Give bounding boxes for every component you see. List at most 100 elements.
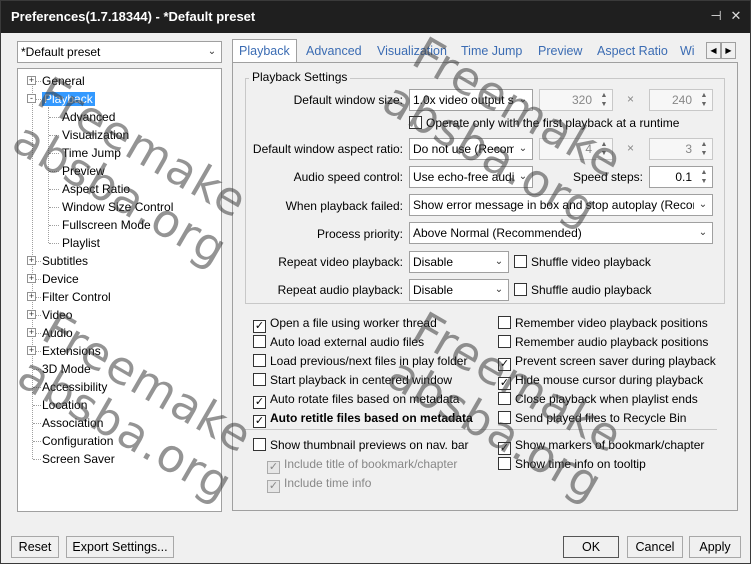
expand-icon[interactable]: +: [27, 256, 36, 265]
option-checkbox[interactable]: ✓ Hide mouse cursor during playback: [498, 373, 703, 390]
apply-button[interactable]: Apply: [689, 536, 741, 558]
option-label: Remember video playback positions: [515, 316, 708, 330]
tree-item-audio[interactable]: Audio: [42, 325, 73, 341]
cancel-button[interactable]: Cancel: [627, 536, 683, 558]
tree-item-aspect-ratio[interactable]: Aspect Ratio: [62, 181, 130, 197]
option-label: Auto load external audio files: [270, 335, 425, 349]
pin-icon[interactable]: ⊣: [707, 7, 725, 25]
option-checkbox[interactable]: ✓ Auto retitle files based on metadata: [253, 411, 473, 428]
option-checkbox[interactable]: Send played files to Recycle Bin: [498, 411, 686, 427]
tree-item-subtitles[interactable]: Subtitles: [42, 253, 88, 269]
reset-button[interactable]: Reset: [11, 536, 59, 558]
option-checkbox[interactable]: Start playback in centered window: [253, 373, 452, 389]
tab-scroll-right-icon[interactable]: ▶: [721, 42, 736, 59]
tree-item-extensions[interactable]: Extensions: [42, 343, 101, 359]
tree-item-filter-control[interactable]: Filter Control: [42, 289, 111, 305]
repeat-video-dropdown[interactable]: Disable ⌄: [409, 251, 509, 273]
tree-item-video[interactable]: Video: [42, 307, 72, 323]
shuffle-video-checkbox[interactable]: Shuffle video playback: [514, 255, 651, 271]
aspect-ratio-dropdown[interactable]: Do not use (Recom ⌄: [409, 138, 533, 160]
window-size-dropdown[interactable]: 1.0x video output s ⌄: [409, 89, 533, 111]
option-checkbox[interactable]: Auto load external audio files: [253, 335, 424, 351]
tab-scroll-left-icon[interactable]: ◀: [706, 42, 721, 59]
expand-icon[interactable]: +: [27, 292, 36, 301]
option-checkbox[interactable]: ✓ Open a file using worker thread: [253, 316, 437, 333]
playback-failed-dropdown[interactable]: Show error message in box and stop autop…: [409, 194, 713, 216]
speed-steps-stepper[interactable]: 0.1 ▲ ▼: [649, 166, 713, 188]
stepper-arrows-icon[interactable]: ▲ ▼: [697, 140, 711, 158]
tree-item-general[interactable]: General: [42, 73, 85, 89]
tree-item-screen-saver[interactable]: Screen Saver: [42, 451, 115, 467]
aspect-h-stepper[interactable]: 3 ▲ ▼: [649, 138, 713, 160]
tab-preview[interactable]: Preview: [538, 41, 582, 62]
checkbox-box: ✓: [498, 358, 511, 371]
tree-item-playlist[interactable]: Playlist: [62, 235, 100, 251]
expand-icon[interactable]: +: [27, 346, 36, 355]
option-checkbox[interactable]: Remember audio playback positions: [498, 335, 708, 351]
preset-dropdown[interactable]: *Default preset ⌄: [17, 41, 222, 63]
show-markers-checkbox[interactable]: ✓ Show markers of bookmark/chapter: [498, 438, 705, 455]
aspect-h-value: 3: [685, 142, 692, 156]
option-label: Close playback when playlist ends: [515, 392, 698, 406]
tree-item-label: Preview: [62, 164, 105, 178]
stepper-arrows-icon[interactable]: ▲ ▼: [697, 91, 711, 109]
tree-item-advanced[interactable]: Advanced: [62, 109, 115, 125]
tab-playback[interactable]: Playback: [232, 39, 297, 63]
audio-speed-dropdown[interactable]: Use echo-free audi ⌄: [409, 166, 533, 188]
tab-advanced[interactable]: Advanced: [306, 41, 362, 62]
option-checkbox[interactable]: Load previous/next files in play folder: [253, 354, 467, 370]
option-checkbox[interactable]: Close playback when playlist ends: [498, 392, 698, 408]
tree-item-label: Advanced: [62, 110, 116, 124]
option-label: Auto retitle files based on metadata: [270, 411, 473, 425]
tree-item-time-jump[interactable]: Time Jump: [62, 145, 121, 161]
show-thumbnail-checkbox[interactable]: Show thumbnail previews on nav. bar: [253, 438, 469, 454]
tree-item-label: Audio: [42, 326, 73, 340]
tree-item-location[interactable]: Location: [42, 397, 87, 413]
priority-dropdown[interactable]: Above Normal (Recommended) ⌄: [409, 222, 713, 244]
show-time-tooltip-checkbox[interactable]: Show time info on tooltip: [498, 457, 646, 473]
aspect-ratio-label: Default window aspect ratio:: [252, 142, 403, 156]
tab-window[interactable]: Wi: [680, 41, 695, 62]
option-checkbox[interactable]: ✓ Prevent screen saver during playback: [498, 354, 716, 371]
operate-first-checkbox[interactable]: Operate only with the first playback at …: [409, 116, 679, 132]
tree-item-window-size-control[interactable]: Window Size Control: [62, 199, 173, 215]
option-checkbox[interactable]: ✓ Auto rotate files based on metadata: [253, 392, 459, 409]
expand-icon[interactable]: +: [27, 76, 36, 85]
tree-item-preview[interactable]: Preview: [62, 163, 105, 179]
window-height-stepper[interactable]: 240 ▲ ▼: [649, 89, 713, 111]
include-title-checkbox[interactable]: ✓ Include title of bookmark/chapter: [267, 457, 457, 474]
times-icon: ×: [627, 92, 635, 106]
show-markers-label: Show markers of bookmark/chapter: [515, 438, 705, 452]
option-checkbox[interactable]: Remember video playback positions: [498, 316, 708, 332]
window-width-stepper[interactable]: 320 ▲ ▼: [539, 89, 613, 111]
collapse-icon[interactable]: -: [27, 94, 36, 103]
tree-item-label: Playlist: [62, 236, 101, 250]
shuffle-audio-label: Shuffle audio playback: [531, 283, 652, 297]
tree-item-fullscreen-mode[interactable]: Fullscreen Mode: [62, 217, 151, 233]
option-label: Send played files to Recycle Bin: [515, 411, 687, 425]
expand-icon[interactable]: +: [27, 328, 36, 337]
tree-item-label: Extensions: [42, 344, 101, 358]
tree-item-3d-mode[interactable]: 3D Mode: [42, 361, 91, 377]
include-time-checkbox[interactable]: ✓ Include time info: [267, 476, 371, 493]
close-icon[interactable]: ✕: [727, 7, 745, 25]
tree-item-device[interactable]: Device: [42, 271, 79, 287]
repeat-audio-dropdown[interactable]: Disable ⌄: [409, 279, 509, 301]
tab-aspect-ratio[interactable]: Aspect Ratio: [597, 41, 668, 62]
export-settings-button[interactable]: Export Settings...: [66, 536, 174, 558]
tab-time-jump[interactable]: Time Jump: [461, 41, 522, 62]
stepper-arrows-icon[interactable]: ▲ ▼: [597, 140, 611, 158]
stepper-arrows-icon[interactable]: ▲ ▼: [597, 91, 611, 109]
tab-visualization[interactable]: Visualization: [377, 41, 447, 62]
tree-item-accessibility[interactable]: Accessibility: [42, 379, 107, 395]
stepper-arrows-icon[interactable]: ▲ ▼: [697, 168, 711, 186]
aspect-w-stepper[interactable]: 4 ▲ ▼: [539, 138, 613, 160]
ok-button[interactable]: OK: [563, 536, 619, 558]
tree-item-association[interactable]: Association: [42, 415, 103, 431]
shuffle-audio-checkbox[interactable]: Shuffle audio playback: [514, 283, 652, 299]
tree-item-playback[interactable]: Playback: [42, 91, 95, 107]
expand-icon[interactable]: +: [27, 310, 36, 319]
tree-item-visualization[interactable]: Visualization: [62, 127, 129, 143]
expand-icon[interactable]: +: [27, 274, 36, 283]
tree-item-configuration[interactable]: Configuration: [42, 433, 113, 449]
